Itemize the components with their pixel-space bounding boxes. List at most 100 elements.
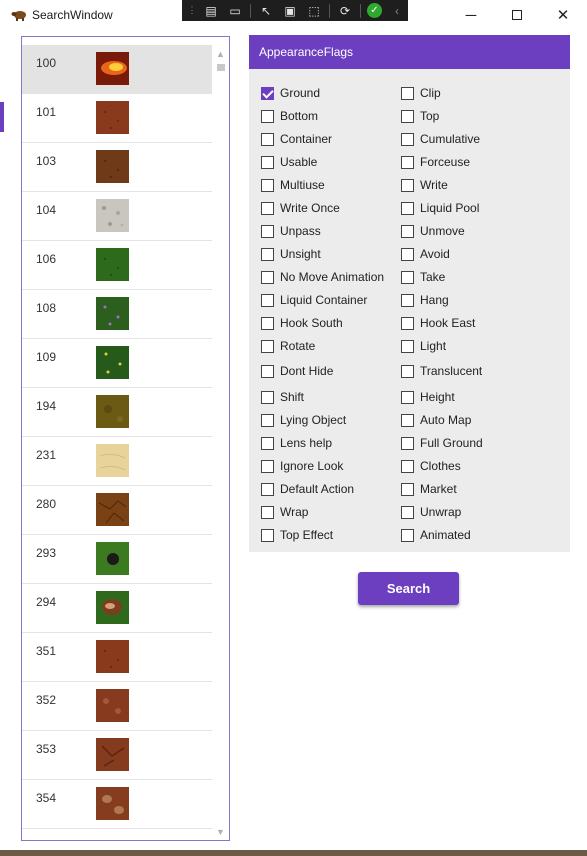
checkbox-icon[interactable] xyxy=(261,364,274,378)
scroll-thumb[interactable] xyxy=(217,64,225,71)
checkbox-icon[interactable] xyxy=(401,364,414,378)
checkbox-icon[interactable] xyxy=(261,270,274,284)
list-item[interactable]: 108 xyxy=(22,290,212,339)
flag-checkbox-market[interactable]: Market xyxy=(401,479,457,499)
list-item[interactable]: 103 xyxy=(22,143,212,192)
flag-checkbox-unwrap[interactable]: Unwrap xyxy=(401,502,461,522)
checkbox-icon[interactable] xyxy=(261,528,274,542)
checkbox-checked-icon[interactable] xyxy=(261,86,274,100)
flag-checkbox-forceuse[interactable]: Forceuse xyxy=(401,152,470,172)
collapse-chevron-icon[interactable]: ‹ xyxy=(388,3,406,19)
flag-checkbox-usable[interactable]: Usable xyxy=(261,152,317,172)
checkbox-icon[interactable] xyxy=(401,339,414,353)
flag-checkbox-liquid-pool[interactable]: Liquid Pool xyxy=(401,198,479,218)
checkbox-icon[interactable] xyxy=(261,109,274,123)
checkbox-icon[interactable] xyxy=(401,109,414,123)
checkbox-icon[interactable] xyxy=(401,178,414,192)
binding-ok-icon[interactable]: ✓ xyxy=(367,3,382,18)
checkbox-icon[interactable] xyxy=(401,505,414,519)
checkbox-icon[interactable] xyxy=(401,316,414,330)
search-button[interactable]: Search xyxy=(358,572,459,605)
checkbox-icon[interactable] xyxy=(401,247,414,261)
flag-checkbox-multiuse[interactable]: Multiuse xyxy=(261,175,325,195)
flag-checkbox-animated[interactable]: Animated xyxy=(401,525,471,545)
flag-checkbox-clip[interactable]: Clip xyxy=(401,83,441,103)
flag-checkbox-top-effect[interactable]: Top Effect xyxy=(261,525,333,545)
minimize-button[interactable]: ─ xyxy=(448,0,494,30)
list-item[interactable]: 293 xyxy=(22,535,212,584)
flag-checkbox-bottom[interactable]: Bottom xyxy=(261,106,318,126)
list-item[interactable]: 194 xyxy=(22,388,212,437)
checkbox-icon[interactable] xyxy=(401,201,414,215)
flag-checkbox-auto-map[interactable]: Auto Map xyxy=(401,410,471,430)
checkbox-icon[interactable] xyxy=(401,390,414,404)
grip-icon[interactable]: ⋮ xyxy=(188,3,197,19)
checkbox-icon[interactable] xyxy=(261,201,274,215)
list-item[interactable]: 354 xyxy=(22,780,212,829)
list-item[interactable]: 100 xyxy=(22,45,212,94)
list-scrollbar[interactable]: ▲ ▼ xyxy=(212,37,229,840)
title-bar[interactable]: SearchWindow ⋮ ▤ ▭ ↖ ▣ ⬚ ⟳ ✓ ‹ ─ ✕ xyxy=(0,0,587,30)
checkbox-icon[interactable] xyxy=(401,436,414,450)
checkbox-icon[interactable] xyxy=(261,505,274,519)
list-item[interactable]: 352 xyxy=(22,682,212,731)
flag-checkbox-unmove[interactable]: Unmove xyxy=(401,221,465,241)
flag-checkbox-container[interactable]: Container xyxy=(261,129,332,149)
checkbox-icon[interactable] xyxy=(401,293,414,307)
list-item[interactable]: 101 xyxy=(22,94,212,143)
checkbox-icon[interactable] xyxy=(261,247,274,261)
checkbox-icon[interactable] xyxy=(261,316,274,330)
live-tree-icon[interactable]: ▤ xyxy=(202,3,220,19)
flag-checkbox-write[interactable]: Write xyxy=(401,175,448,195)
maximize-button[interactable] xyxy=(494,0,540,30)
flag-checkbox-lens-help[interactable]: Lens help xyxy=(261,433,332,453)
select-element-icon[interactable]: ↖ xyxy=(257,3,275,19)
list-item[interactable]: 353 xyxy=(22,731,212,780)
list-item[interactable]: 351 xyxy=(22,633,212,682)
flag-checkbox-cumulative[interactable]: Cumulative xyxy=(401,129,480,149)
video-icon[interactable]: ▭ xyxy=(226,3,244,19)
checkbox-icon[interactable] xyxy=(401,270,414,284)
flag-checkbox-unpass[interactable]: Unpass xyxy=(261,221,321,241)
checkbox-icon[interactable] xyxy=(261,459,274,473)
flag-checkbox-default-action[interactable]: Default Action xyxy=(261,479,354,499)
scroll-up-icon[interactable]: ▲ xyxy=(212,46,229,63)
list-item[interactable]: 280 xyxy=(22,486,212,535)
flag-checkbox-height[interactable]: Height xyxy=(401,387,455,407)
flag-checkbox-hook-east[interactable]: Hook East xyxy=(401,313,475,333)
checkbox-icon[interactable] xyxy=(261,390,274,404)
checkbox-icon[interactable] xyxy=(261,155,274,169)
scroll-down-icon[interactable]: ▼ xyxy=(212,824,229,840)
checkbox-icon[interactable] xyxy=(261,178,274,192)
flag-checkbox-ground[interactable]: Ground xyxy=(261,83,320,103)
flag-checkbox-unsight[interactable]: Unsight xyxy=(261,244,321,264)
checkbox-icon[interactable] xyxy=(261,482,274,496)
flag-checkbox-dont-hide[interactable]: Dont Hide xyxy=(261,361,333,381)
track-focus-icon[interactable]: ⬚ xyxy=(305,3,323,19)
flag-checkbox-hook-south[interactable]: Hook South xyxy=(261,313,343,333)
flag-checkbox-top[interactable]: Top xyxy=(401,106,439,126)
list-item[interactable]: 294 xyxy=(22,584,212,633)
flag-checkbox-rotate[interactable]: Rotate xyxy=(261,336,315,356)
checkbox-icon[interactable] xyxy=(401,413,414,427)
checkbox-icon[interactable] xyxy=(401,482,414,496)
flag-checkbox-liquid-container[interactable]: Liquid Container xyxy=(261,290,367,310)
checkbox-icon[interactable] xyxy=(261,339,274,353)
checkbox-icon[interactable] xyxy=(261,132,274,146)
checkbox-icon[interactable] xyxy=(261,413,274,427)
list-item[interactable]: 106 xyxy=(22,241,212,290)
flag-checkbox-light[interactable]: Light xyxy=(401,336,446,356)
close-button[interactable]: ✕ xyxy=(540,0,586,30)
checkbox-icon[interactable] xyxy=(401,86,414,100)
flag-checkbox-write-once[interactable]: Write Once xyxy=(261,198,340,218)
flag-checkbox-avoid[interactable]: Avoid xyxy=(401,244,450,264)
checkbox-icon[interactable] xyxy=(401,459,414,473)
checkbox-icon[interactable] xyxy=(401,132,414,146)
hot-reload-icon[interactable]: ⟳ xyxy=(336,3,354,19)
list-item[interactable]: 231 xyxy=(22,437,212,486)
flag-checkbox-no-move-animation[interactable]: No Move Animation xyxy=(261,267,384,287)
checkbox-icon[interactable] xyxy=(401,224,414,238)
flag-checkbox-take[interactable]: Take xyxy=(401,267,445,287)
item-list[interactable]: 100 101 103 104 106 108 109 194 231 280 293 294 351 3… xyxy=(21,36,230,841)
display-layout-icon[interactable]: ▣ xyxy=(281,3,299,19)
